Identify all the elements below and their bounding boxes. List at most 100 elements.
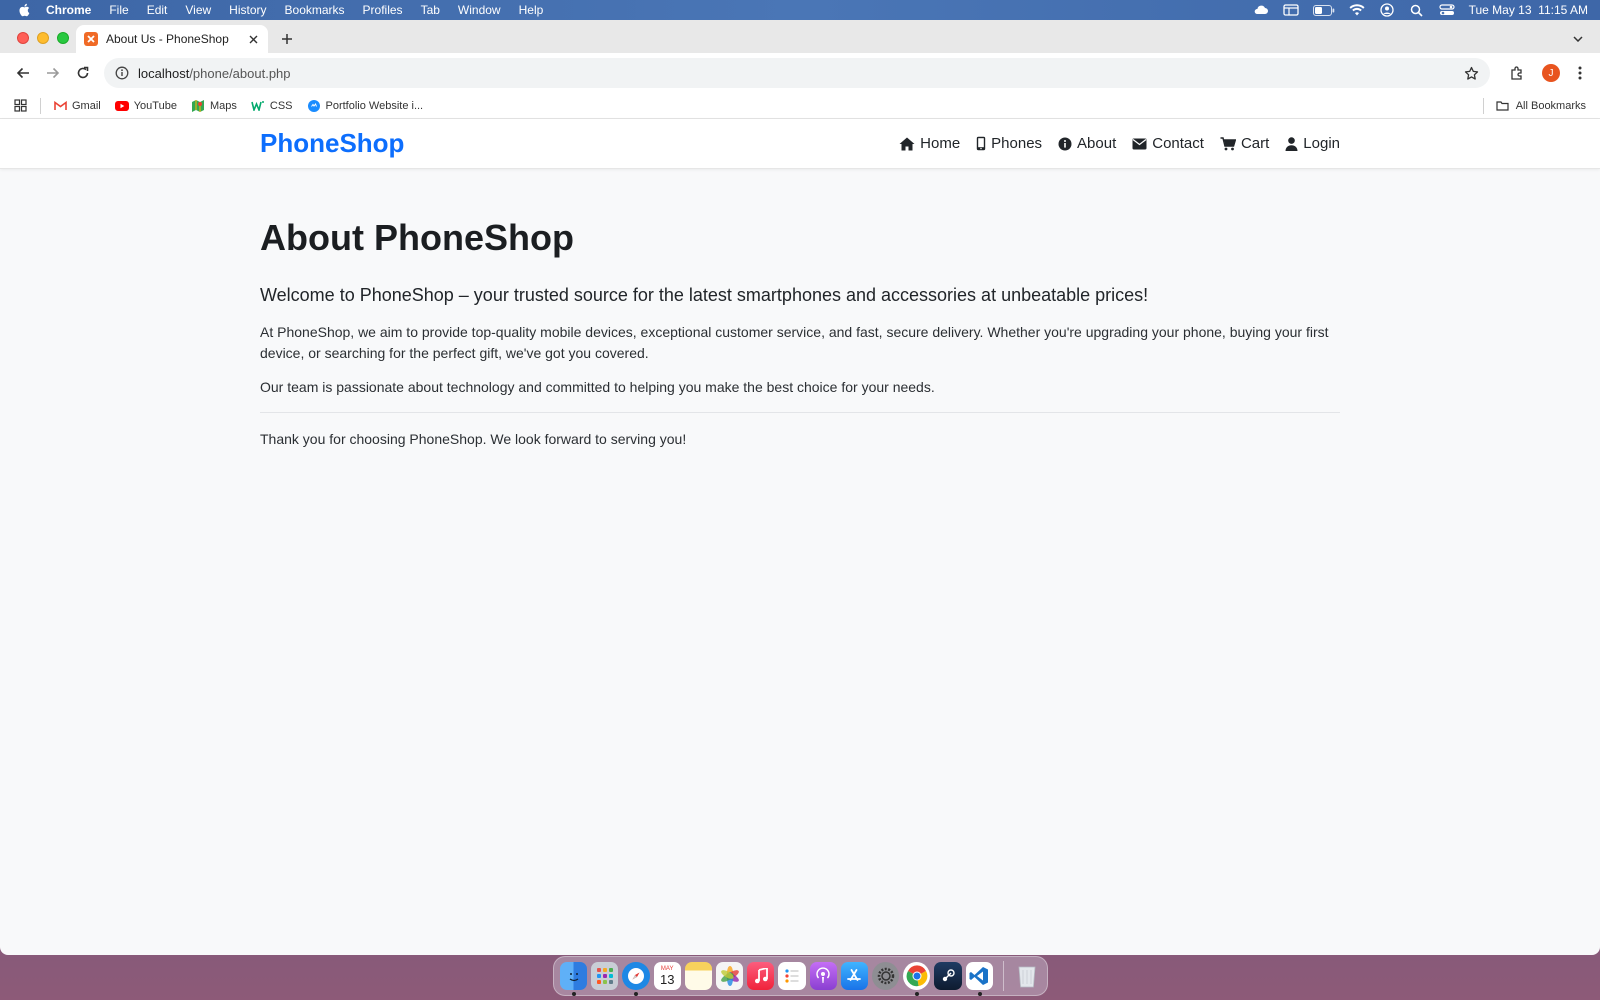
more-options-icon[interactable] <box>1568 58 1592 88</box>
new-tab-plus-icon[interactable] <box>278 30 296 48</box>
back-arrow-icon[interactable] <box>8 58 38 88</box>
closing-paragraph: Thank you for choosing PhoneShop. We loo… <box>260 431 687 447</box>
close-window-button[interactable] <box>17 32 29 44</box>
menu-profiles[interactable]: Profiles <box>363 3 403 17</box>
profile-avatar[interactable]: J <box>1542 64 1560 82</box>
team-paragraph: Our team is passionate about technology … <box>260 379 935 395</box>
spotlight-search-icon[interactable] <box>1409 4 1425 17</box>
all-bookmarks-label: All Bookmarks <box>1515 99 1586 112</box>
wifi-icon[interactable] <box>1349 4 1365 16</box>
close-tab-icon[interactable] <box>246 32 260 46</box>
cart-icon <box>1220 136 1236 150</box>
envelope-icon <box>1132 138 1147 149</box>
url-host: localhost <box>138 65 190 81</box>
safari-icon[interactable] <box>622 962 650 996</box>
app-store-icon[interactable] <box>840 962 869 990</box>
nav-link-label: Contact <box>1152 135 1204 152</box>
cloud-sync-icon[interactable] <box>1253 4 1269 16</box>
menu-help[interactable]: Help <box>519 3 544 17</box>
apple-icon[interactable] <box>18 3 32 17</box>
browser-window: About Us - PhoneShop localhost/phone/abo… <box>0 20 1600 955</box>
podcasts-icon[interactable] <box>809 962 837 990</box>
bookmark-label: Portfolio Website i... <box>325 99 424 112</box>
battery-icon[interactable] <box>1312 4 1335 16</box>
nav-contact-link[interactable]: Contact <box>1132 135 1204 152</box>
user-account-icon[interactable] <box>1379 3 1395 17</box>
nav-link-label: Phones <box>991 135 1043 152</box>
menu-tab[interactable]: Tab <box>421 3 440 17</box>
minimize-window-button[interactable] <box>37 32 49 44</box>
apps-grid-icon[interactable] <box>14 99 28 113</box>
launchpad-icon[interactable] <box>591 962 619 990</box>
bookmark-label: Maps <box>209 99 237 112</box>
music-icon[interactable] <box>747 962 775 990</box>
nav-link-label: Login <box>1303 135 1340 152</box>
dock-separator <box>1002 961 1004 991</box>
system-settings-icon[interactable] <box>872 962 900 990</box>
forward-arrow-icon[interactable] <box>38 58 68 88</box>
menu-bookmarks[interactable]: Bookmarks <box>285 3 345 17</box>
bookmark-css[interactable]: CSS <box>251 100 293 112</box>
macos-dock: MAY 13 <box>553 956 1048 996</box>
menu-edit[interactable]: Edit <box>147 3 168 17</box>
reminders-icon[interactable] <box>778 962 806 990</box>
steam-icon[interactable] <box>934 962 962 990</box>
all-bookmarks-button[interactable]: All Bookmarks <box>1482 97 1586 114</box>
nav-home-link[interactable]: Home <box>899 135 960 152</box>
photos-icon[interactable] <box>716 962 744 990</box>
trash-icon[interactable] <box>1014 962 1041 990</box>
calendar-icon[interactable]: MAY 13 <box>653 962 681 990</box>
notes-icon[interactable] <box>684 962 713 990</box>
bookmark-maps[interactable]: Maps <box>191 99 237 112</box>
w3schools-icon <box>251 100 265 112</box>
tab-strip: About Us - PhoneShop <box>0 20 1600 53</box>
reload-icon[interactable] <box>68 58 98 88</box>
about-content: About PhoneShop Welcome to PhoneShop – y… <box>0 169 1600 450</box>
nav-phones-link[interactable]: Phones <box>976 135 1042 152</box>
tab-search-chevron-icon[interactable] <box>1568 29 1588 49</box>
site-nav-links: Home Phones About Contact Cart Login <box>899 135 1340 152</box>
macos-menubar: Chrome File Edit View History Bookmarks … <box>0 0 1600 20</box>
zoom-window-button[interactable] <box>57 32 69 44</box>
info-icon <box>1058 137 1072 150</box>
bookmarks-separator <box>40 97 41 114</box>
home-icon <box>899 137 915 150</box>
menu-view[interactable]: View <box>185 3 211 17</box>
extensions-puzzle-icon[interactable] <box>1502 58 1532 88</box>
xampp-favicon-icon <box>84 32 98 46</box>
nav-link-label: Cart <box>1240 135 1270 152</box>
menu-window[interactable]: Window <box>458 3 501 17</box>
nav-link-label: About <box>1077 135 1117 152</box>
site-brand-logo[interactable]: PhoneShop <box>260 128 404 159</box>
gmail-icon <box>53 100 67 112</box>
menu-app-name[interactable]: Chrome <box>46 3 91 17</box>
menu-file[interactable]: File <box>109 3 128 17</box>
browser-toolbar: localhost/phone/about.php J <box>0 53 1600 93</box>
window-layout-icon[interactable] <box>1282 4 1299 16</box>
bookmark-label: Gmail <box>72 99 101 112</box>
bookmark-star-icon[interactable] <box>1462 64 1480 82</box>
portfolio-icon <box>307 99 321 112</box>
menubar-clock[interactable]: Tue May 13 11:15 AM <box>1469 3 1588 17</box>
menu-history[interactable]: History <box>229 3 266 17</box>
content-divider <box>260 412 1340 413</box>
tab-about-us[interactable]: About Us - PhoneShop <box>76 25 268 53</box>
vscode-icon[interactable] <box>965 962 993 996</box>
site-navbar: PhoneShop Home Phones About Contact Cart <box>0 119 1600 169</box>
window-controls <box>17 32 69 44</box>
address-bar[interactable]: localhost/phone/about.php <box>104 58 1490 88</box>
nav-about-link[interactable]: About <box>1058 135 1116 152</box>
nav-login-link[interactable]: Login <box>1285 135 1340 152</box>
chrome-icon[interactable] <box>903 962 931 996</box>
youtube-icon <box>114 100 129 112</box>
url-path: /phone/about.php <box>189 65 291 81</box>
bookmark-youtube[interactable]: YouTube <box>114 100 177 112</box>
control-center-icon[interactable] <box>1438 4 1455 16</box>
finder-icon[interactable] <box>560 962 588 996</box>
bookmark-portfolio[interactable]: Portfolio Website i... <box>307 99 424 112</box>
tab-title: About Us - PhoneShop <box>106 32 229 46</box>
site-info-icon[interactable] <box>114 65 130 81</box>
bookmark-gmail[interactable]: Gmail <box>53 100 101 112</box>
nav-cart-link[interactable]: Cart <box>1220 135 1269 152</box>
folder-icon <box>1496 100 1510 112</box>
